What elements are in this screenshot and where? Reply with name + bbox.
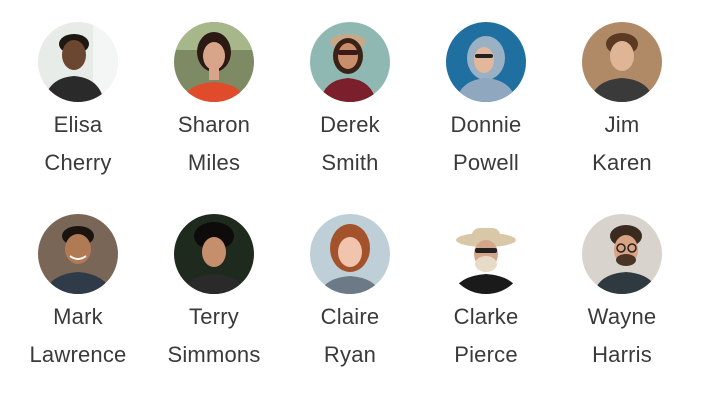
- user-card-sharon-miles[interactable]: Sharon Miles: [162, 22, 266, 182]
- user-last-name: Ryan: [323, 342, 377, 367]
- user-card-elisa-cherry[interactable]: Elisa Cherry: [26, 22, 130, 182]
- user-grid: Elisa Cherry Sharon Miles Derek Smith Do…: [0, 0, 704, 400]
- avatar-photo-icon: [174, 214, 254, 294]
- user-first-name: Donnie: [450, 112, 522, 137]
- user-card-donnie-powell[interactable]: Donnie Powell: [434, 22, 538, 182]
- user-first-name: Terry: [189, 304, 239, 329]
- user-last-name: Karen: [592, 150, 652, 175]
- user-first-name: Jim: [604, 112, 640, 137]
- avatar-photo-icon: [446, 214, 526, 294]
- avatar[interactable]: [582, 214, 662, 294]
- avatar-photo-icon: [38, 214, 118, 294]
- user-first-name: Mark: [53, 304, 103, 329]
- user-last-name: Pierce: [454, 342, 518, 367]
- user-card-jim-karen[interactable]: Jim Karen: [570, 22, 674, 182]
- avatar[interactable]: [38, 214, 118, 294]
- user-first-name: Claire: [320, 304, 380, 329]
- avatar[interactable]: [446, 214, 526, 294]
- user-first-name: Sharon: [177, 112, 251, 137]
- user-last-name: Harris: [592, 342, 652, 367]
- avatar[interactable]: [582, 22, 662, 102]
- user-last-name: Cherry: [44, 150, 112, 175]
- user-first-name: Derek: [320, 112, 380, 137]
- avatar[interactable]: [174, 22, 254, 102]
- avatar-photo-icon: [174, 22, 254, 102]
- user-card-terry-simmons[interactable]: Terry Simmons: [162, 214, 266, 374]
- user-card-mark-lawrence[interactable]: Mark Lawrence: [26, 214, 130, 374]
- avatar-photo-icon: [582, 22, 662, 102]
- avatar[interactable]: [174, 214, 254, 294]
- avatar[interactable]: [446, 22, 526, 102]
- avatar-photo-icon: [446, 22, 526, 102]
- user-last-name: Miles: [187, 150, 241, 175]
- user-card-clarke-pierce[interactable]: Clarke Pierce: [434, 214, 538, 374]
- user-first-name: Clarke: [453, 304, 519, 329]
- avatar-photo-icon: [582, 214, 662, 294]
- user-first-name: Wayne: [587, 304, 657, 329]
- avatar[interactable]: [38, 22, 118, 102]
- avatar[interactable]: [310, 214, 390, 294]
- avatar-photo-icon: [310, 214, 390, 294]
- user-first-name: Elisa: [53, 112, 103, 137]
- avatar-photo-icon: [38, 22, 118, 102]
- user-card-wayne-harris[interactable]: Wayne Harris: [570, 214, 674, 374]
- user-last-name: Simmons: [167, 342, 261, 367]
- user-card-derek-smith[interactable]: Derek Smith: [298, 22, 402, 182]
- user-last-name: Powell: [452, 150, 519, 175]
- user-last-name: Smith: [321, 150, 379, 175]
- user-last-name: Lawrence: [29, 342, 127, 367]
- avatar[interactable]: [310, 22, 390, 102]
- avatar-photo-icon: [310, 22, 390, 102]
- user-card-claire-ryan[interactable]: Claire Ryan: [298, 214, 402, 374]
